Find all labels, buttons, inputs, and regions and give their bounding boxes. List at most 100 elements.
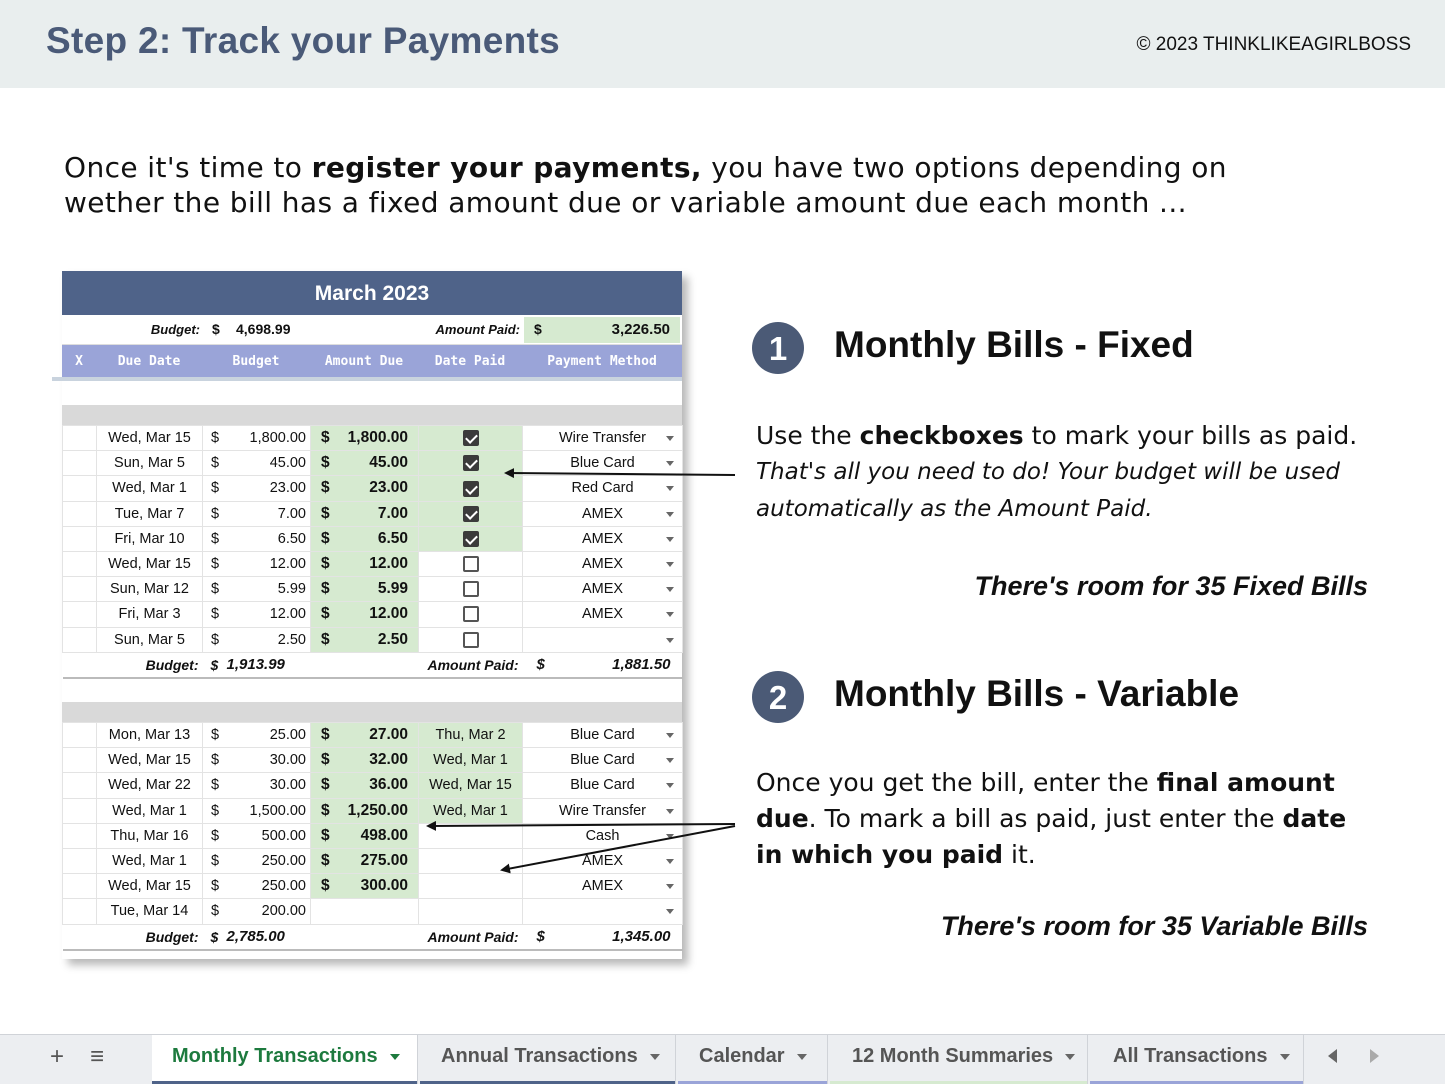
budget-cell[interactable]: 12.00 <box>222 601 311 628</box>
budget-dollar-cell[interactable]: $ <box>202 550 223 578</box>
budget-dollar-cell[interactable]: $ <box>202 450 223 477</box>
date-paid-cell[interactable] <box>418 898 523 925</box>
amount-due-cell[interactable] <box>310 898 419 925</box>
amount-due-cell[interactable]: $23.00 <box>310 475 419 502</box>
paid-checkbox-cell[interactable] <box>418 601 523 628</box>
scroll-right-icon[interactable] <box>1370 1049 1379 1063</box>
row-select-cell[interactable] <box>62 747 97 774</box>
budget-cell[interactable]: 30.00 <box>222 772 311 799</box>
budget-dollar-cell[interactable]: $ <box>202 772 223 799</box>
all-sheets-menu-icon[interactable]: ≡ <box>90 1043 104 1071</box>
budget-dollar-cell[interactable]: $ <box>202 721 223 749</box>
due-date-cell[interactable]: Thu, Mar 16 <box>96 822 203 849</box>
budget-dollar-cell[interactable]: $ <box>202 601 223 628</box>
unchecked-checkbox[interactable] <box>462 631 479 648</box>
payment-method-select[interactable]: Wire Transfer <box>522 424 683 452</box>
paid-checkbox-cell[interactable] <box>418 450 523 477</box>
budget-cell[interactable]: 200.00 <box>222 898 311 925</box>
date-paid-cell[interactable]: Wed, Mar 15 <box>418 772 523 799</box>
dropdown-arrow-icon[interactable] <box>666 536 674 542</box>
amount-due-cell[interactable]: $36.00 <box>310 772 419 799</box>
add-sheet-button[interactable]: + <box>50 1043 64 1071</box>
scroll-left-icon[interactable] <box>1328 1049 1337 1063</box>
amount-due-cell[interactable]: $12.00 <box>310 601 419 628</box>
tab-monthly-transactions[interactable]: Monthly Transactions <box>152 1035 418 1084</box>
amount-due-cell[interactable]: $275.00 <box>310 847 419 875</box>
budget-cell[interactable]: 6.50 <box>222 525 311 552</box>
row-select-cell[interactable] <box>62 576 97 603</box>
payment-method-select[interactable]: AMEX <box>522 525 683 552</box>
payment-method-select[interactable]: Red Card <box>522 475 683 502</box>
row-select-cell[interactable] <box>62 475 97 502</box>
amount-due-cell[interactable]: $498.00 <box>310 822 419 849</box>
payment-method-select[interactable]: Wire Transfer <box>522 797 683 824</box>
paid-checkbox-cell[interactable] <box>418 576 523 603</box>
paid-checkbox-cell[interactable] <box>418 525 523 552</box>
unchecked-checkbox[interactable] <box>462 606 479 623</box>
due-date-cell[interactable]: Tue, Mar 14 <box>96 898 203 925</box>
dropdown-arrow-icon[interactable] <box>666 587 674 593</box>
due-date-cell[interactable]: Wed, Mar 1 <box>96 475 203 502</box>
paid-checkbox-cell[interactable] <box>418 500 523 527</box>
amount-due-cell[interactable]: $27.00 <box>310 721 419 749</box>
budget-cell[interactable]: 500.00 <box>222 822 311 849</box>
budget-cell[interactable]: 23.00 <box>222 475 311 502</box>
budget-dollar-cell[interactable]: $ <box>202 475 223 502</box>
payment-method-select[interactable]: Blue Card <box>522 747 683 774</box>
dropdown-arrow-icon[interactable] <box>666 733 674 738</box>
budget-cell[interactable]: 250.00 <box>222 873 311 900</box>
dropdown-arrow-icon[interactable] <box>666 909 674 915</box>
date-paid-cell[interactable]: Wed, Mar 1 <box>418 797 523 824</box>
date-paid-cell[interactable] <box>418 873 523 900</box>
due-date-cell[interactable]: Wed, Mar 15 <box>96 873 203 900</box>
budget-dollar-cell[interactable]: $ <box>202 847 223 875</box>
due-date-cell[interactable]: Wed, Mar 22 <box>96 772 203 799</box>
due-date-cell[interactable]: Tue, Mar 7 <box>96 500 203 527</box>
budget-cell[interactable]: 250.00 <box>222 847 311 875</box>
amount-due-cell[interactable]: $45.00 <box>310 450 419 477</box>
budget-cell[interactable]: 2.50 <box>222 626 311 653</box>
payment-method-select[interactable] <box>522 626 683 653</box>
payment-method-select[interactable]: AMEX <box>522 847 683 875</box>
budget-cell[interactable]: 1,800.00 <box>222 424 311 452</box>
tab-calendar[interactable]: Calendar <box>678 1035 828 1084</box>
payment-method-select[interactable]: Blue Card <box>522 450 683 477</box>
dropdown-arrow-icon[interactable] <box>666 561 674 567</box>
due-date-cell[interactable]: Wed, Mar 15 <box>96 747 203 774</box>
dropdown-arrow-icon[interactable] <box>666 833 674 839</box>
budget-dollar-cell[interactable]: $ <box>202 500 223 527</box>
amount-due-cell[interactable]: $7.00 <box>310 500 419 527</box>
budget-dollar-cell[interactable]: $ <box>202 424 223 452</box>
budget-dollar-cell[interactable]: $ <box>202 797 223 824</box>
checked-checkbox[interactable] <box>462 430 479 447</box>
payment-method-select[interactable]: AMEX <box>522 873 683 900</box>
row-select-cell[interactable] <box>62 626 97 653</box>
row-select-cell[interactable] <box>62 721 97 749</box>
row-select-cell[interactable] <box>62 525 97 552</box>
dropdown-arrow-icon[interactable] <box>666 486 674 492</box>
dropdown-arrow-icon[interactable] <box>666 436 674 441</box>
due-date-cell[interactable]: Sun, Mar 12 <box>96 576 203 603</box>
budget-cell[interactable]: 30.00 <box>222 747 311 774</box>
amount-due-cell[interactable]: $300.00 <box>310 873 419 900</box>
checked-checkbox[interactable] <box>462 455 479 472</box>
payment-method-select[interactable]: AMEX <box>522 500 683 527</box>
amount-due-cell[interactable]: $1,800.00 <box>310 424 419 452</box>
date-paid-cell[interactable]: Thu, Mar 2 <box>418 721 523 749</box>
row-select-cell[interactable] <box>62 550 97 578</box>
row-select-cell[interactable] <box>62 873 97 900</box>
due-date-cell[interactable]: Wed, Mar 1 <box>96 847 203 875</box>
due-date-cell[interactable]: Fri, Mar 3 <box>96 601 203 628</box>
due-date-cell[interactable]: Sun, Mar 5 <box>96 450 203 477</box>
row-select-cell[interactable] <box>62 898 97 925</box>
row-select-cell[interactable] <box>62 797 97 824</box>
dropdown-arrow-icon[interactable] <box>666 884 674 890</box>
budget-cell[interactable]: 5.99 <box>222 576 311 603</box>
budget-cell[interactable]: 1,500.00 <box>222 797 311 824</box>
payment-method-select[interactable]: AMEX <box>522 550 683 578</box>
checked-checkbox[interactable] <box>462 530 479 547</box>
amount-due-cell[interactable]: $12.00 <box>310 550 419 578</box>
budget-cell[interactable]: 7.00 <box>222 500 311 527</box>
amount-due-cell[interactable]: $5.99 <box>310 576 419 603</box>
amount-due-cell[interactable]: $2.50 <box>310 626 419 653</box>
